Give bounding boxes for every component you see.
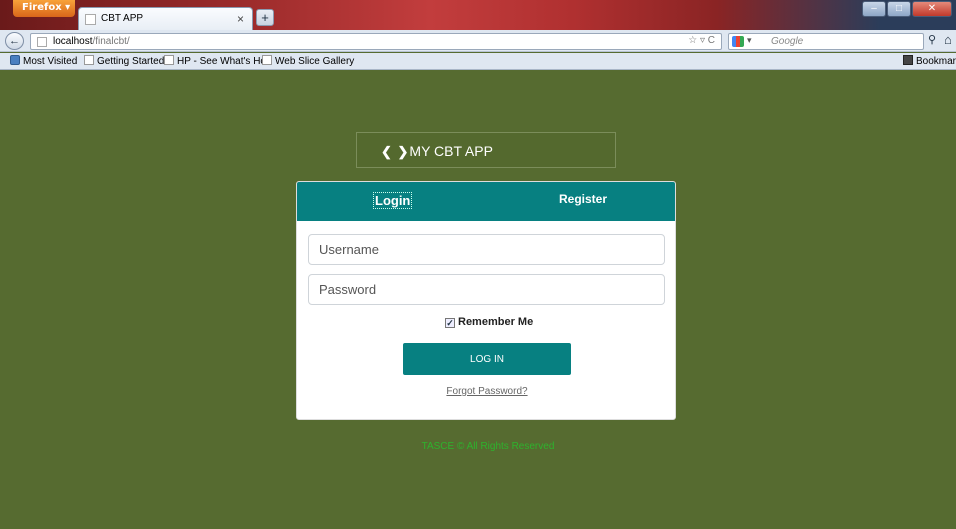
- site-identity-icon: [37, 37, 47, 47]
- forgot-password-link[interactable]: Forgot Password?: [297, 386, 675, 397]
- bookmark-hp[interactable]: HP - See What's Hot: [164, 55, 269, 67]
- tab-title: CBT APP: [101, 13, 144, 24]
- google-engine-icon[interactable]: [732, 36, 744, 47]
- browser-tab[interactable]: CBT APP ×: [78, 7, 253, 30]
- url-path: /finalcbt/: [92, 36, 130, 47]
- remember-me[interactable]: ✓ Remember Me: [445, 316, 533, 328]
- bookmarks-icon: [903, 55, 913, 65]
- bookmark-most-visited[interactable]: Most Visited: [10, 55, 77, 67]
- most-visited-icon: [10, 55, 20, 65]
- firefox-menu-button[interactable]: Firefox ▾: [13, 0, 75, 17]
- password-input[interactable]: [308, 274, 665, 305]
- minimize-icon[interactable]: –: [862, 1, 886, 17]
- close-window-icon[interactable]: ✕: [912, 1, 952, 17]
- search-bar[interactable]: ▾ Google: [728, 33, 924, 50]
- page-icon: [164, 55, 174, 65]
- browser-titlebar: Firefox ▾ CBT APP × + – □ ✕: [0, 0, 956, 30]
- bookmark-getting-started[interactable]: Getting Started: [84, 55, 164, 67]
- bookmark-web-slice[interactable]: Web Slice Gallery: [262, 55, 354, 67]
- bookmarks-toolbar: Most Visited Getting Started HP - See Wh…: [0, 53, 956, 70]
- tab-register[interactable]: Register: [559, 192, 607, 206]
- window-controls: – □ ✕: [862, 1, 952, 17]
- navigation-bar: ← localhost/finalcbt/ ☆ ▿ C ▾ Google ⚲ ⌂: [0, 30, 956, 52]
- url-bar[interactable]: localhost/finalcbt/ ☆ ▿ C: [30, 33, 722, 50]
- url-host: localhost: [53, 36, 93, 47]
- username-input[interactable]: [308, 234, 665, 265]
- back-button[interactable]: ←: [5, 32, 24, 50]
- tab-close-icon[interactable]: ×: [237, 12, 244, 26]
- page-favicon-icon: [85, 14, 96, 25]
- footer-copyright: TASCE © All Rights Reserved: [421, 441, 555, 452]
- search-icon[interactable]: ⚲: [928, 33, 936, 46]
- remember-label: Remember Me: [458, 316, 534, 328]
- code-icon: ❮ ❯: [381, 144, 410, 159]
- auth-tabs: Login Register: [297, 182, 675, 221]
- search-placeholder: Google: [771, 36, 804, 47]
- maximize-icon[interactable]: □: [887, 1, 911, 17]
- login-button[interactable]: LOG IN: [403, 343, 571, 375]
- login-card: Login Register ✓Remember Me LOG IN Forgo…: [296, 181, 676, 420]
- bookmarks-menu[interactable]: Bookmarks: [903, 55, 956, 67]
- brand-header: ❮ ❯MY CBT APP: [356, 132, 616, 168]
- home-icon[interactable]: ⌂: [944, 32, 952, 47]
- page-content: ❮ ❯MY CBT APP Login Register ✓Remember M…: [0, 71, 956, 529]
- tab-login[interactable]: Login: [373, 192, 413, 209]
- remember-checkbox[interactable]: ✓: [445, 318, 455, 328]
- page-icon: [262, 55, 272, 65]
- new-tab-button[interactable]: +: [256, 9, 274, 26]
- chevron-down-icon[interactable]: ▾: [747, 35, 752, 46]
- page-icon: [84, 55, 94, 65]
- bookmark-star-icon[interactable]: ☆ ▿ C: [688, 35, 715, 46]
- brand-title: MY CBT APP: [409, 143, 493, 159]
